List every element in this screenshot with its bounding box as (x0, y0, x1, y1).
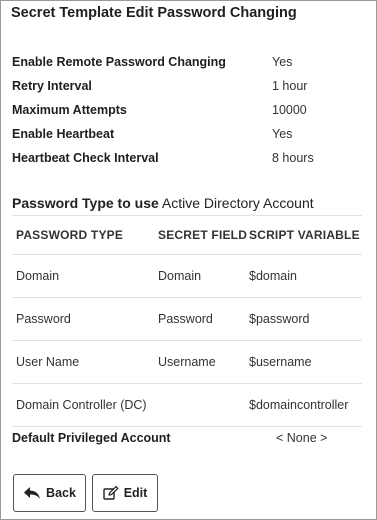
back-button-label: Back (46, 486, 76, 500)
cell-secret-field: Domain (158, 269, 202, 283)
page-title: Secret Template Edit Password Changing (11, 5, 297, 21)
table-row: Domain Domain $domain (12, 255, 362, 298)
cell-password-type: Domain Controller (DC) (16, 398, 147, 412)
column-header-secret-field: SECRET FIELD (158, 228, 248, 242)
password-type-label: Password Type to use (12, 195, 159, 211)
table-row: Password Password $password (12, 298, 362, 341)
cell-script-variable: $domain (249, 269, 297, 283)
settings-list: Enable Remote Password Changing Yes Retr… (12, 55, 364, 175)
edit-icon (102, 486, 119, 500)
cell-password-type: User Name (16, 355, 80, 369)
setting-value: 1 hour (272, 79, 308, 93)
password-type-value: Active Directory Account (161, 195, 314, 211)
setting-row-retry-interval: Retry Interval 1 hour (12, 79, 364, 103)
back-button[interactable]: Back (13, 474, 86, 512)
setting-value: 8 hours (272, 151, 314, 165)
setting-value: Yes (272, 127, 293, 141)
reply-arrow-icon (24, 487, 41, 499)
cell-secret-field: Username (158, 355, 216, 369)
cell-password-type: Password (16, 312, 71, 326)
setting-label: Retry Interval (12, 79, 92, 93)
cell-password-type: Domain (16, 269, 60, 283)
edit-button[interactable]: Edit (92, 474, 158, 512)
table-header: PASSWORD TYPE SECRET FIELD SCRIPT VARIAB… (12, 215, 362, 255)
setting-label: Enable Heartbeat (12, 127, 115, 141)
cell-script-variable: $username (249, 355, 312, 369)
table-row: Domain Controller (DC) $domaincontroller (12, 384, 362, 427)
setting-row-remote-password-changing: Enable Remote Password Changing Yes (12, 55, 364, 79)
setting-label: Heartbeat Check Interval (12, 151, 159, 165)
edit-button-label: Edit (123, 486, 148, 500)
setting-label: Enable Remote Password Changing (12, 55, 226, 69)
column-header-password-type: PASSWORD TYPE (16, 228, 124, 242)
cell-script-variable: $domaincontroller (249, 398, 349, 412)
password-type-line: Password Type to use Active Directory Ac… (12, 195, 314, 211)
setting-row-maximum-attempts: Maximum Attempts 10000 (12, 103, 364, 127)
column-header-script-variable: SCRIPT VARIABLE (249, 228, 360, 242)
field-mapping-table: PASSWORD TYPE SECRET FIELD SCRIPT VARIAB… (12, 215, 362, 427)
password-changing-panel: Secret Template Edit Password Changing E… (0, 0, 377, 520)
setting-value: Yes (272, 55, 293, 69)
setting-value: 10000 (272, 103, 307, 117)
default-privileged-account-row: Default Privileged Account < None > (12, 431, 362, 451)
setting-row-heartbeat-check-interval: Heartbeat Check Interval 8 hours (12, 151, 364, 175)
setting-row-enable-heartbeat: Enable Heartbeat Yes (12, 127, 364, 151)
privileged-account-label: Default Privileged Account (12, 431, 171, 445)
cell-script-variable: $password (249, 312, 310, 326)
setting-label: Maximum Attempts (12, 103, 127, 117)
privileged-account-value: < None > (276, 431, 328, 445)
table-row: User Name Username $username (12, 341, 362, 384)
cell-secret-field: Password (158, 312, 213, 326)
